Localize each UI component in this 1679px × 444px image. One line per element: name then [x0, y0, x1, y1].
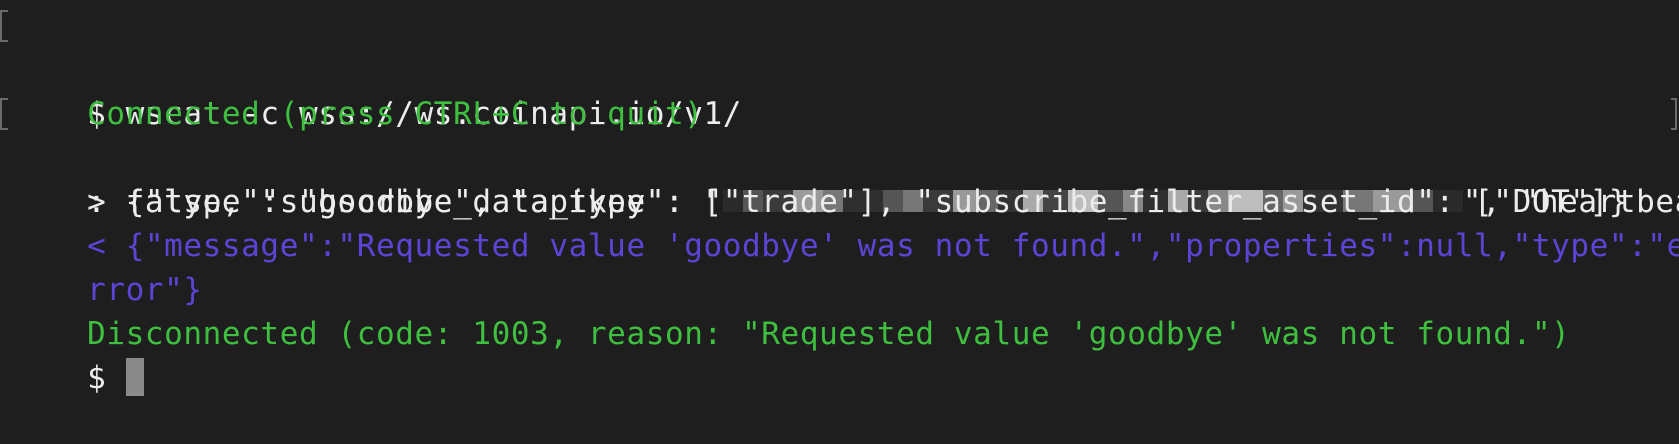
received-message-line-2: rror"}	[0, 224, 1679, 308]
disconnected-message: Disconnected (code: 1003, reason: "Reque…	[0, 268, 1679, 352]
received-message-line-1: < {"message":"Requested value 'goodbye' …	[0, 180, 1679, 264]
text-cursor[interactable]	[125, 357, 144, 396]
line-wrap-marker	[1671, 98, 1677, 130]
connected-message: Connected (press CTRL+C to quit)	[0, 48, 1679, 132]
prompt-marker	[0, 10, 8, 42]
terminal-window[interactable]: $ wscat -c wss://ws.coinapi.io/v1/ Conne…	[0, 0, 1679, 410]
input-prompt-line[interactable]: $	[0, 312, 1679, 396]
prompt-symbol: $	[87, 360, 126, 396]
prompt-marker	[0, 98, 8, 130]
sent-message-line-2: : false, "subscribe_data_type": ["trade"…	[0, 136, 1679, 220]
command-line-wscat: $ wscat -c wss://ws.coinapi.io/v1/	[0, 4, 1679, 132]
sent-message-line-1: > {"type": "goodbye", "apikey": " ", "hea…	[0, 92, 1679, 220]
